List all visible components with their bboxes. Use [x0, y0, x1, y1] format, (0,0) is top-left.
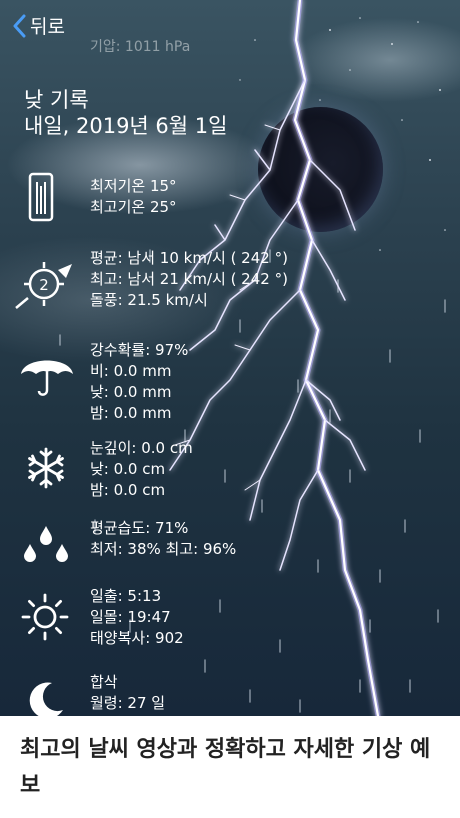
wind-row: 2 평균: 남서 10 km/시 ( 242 °) 최고: 남서 21 km/시… — [0, 248, 460, 312]
snowflake-icon — [24, 446, 68, 494]
moon-age: 월령: 27 일 — [90, 694, 166, 712]
precipitation-day: 낮: 0.0 mm — [90, 383, 172, 401]
wind-force-number: 2 — [39, 276, 49, 294]
sunset-time: 일몰: 19:47 — [90, 608, 171, 626]
snow-row: 눈깊이: 0.0 cm 낮: 0.0 cm 밤: 0.0 cm — [0, 438, 460, 504]
precipitation-row: 강수확률: 97% 비: 0.0 mm 낮: 0.0 mm 밤: 0.0 mm — [0, 340, 460, 426]
temperature-row: 최저기온 15° 최고기온 25° — [0, 170, 460, 224]
wind-compass-icon: 2 — [14, 256, 78, 316]
max-temperature: 최고기온 25° — [90, 198, 177, 216]
weather-screen: 뒤로 기압: 1011 hPa 낮 기록 내일, 2019년 6월 1일 최저기… — [0, 0, 460, 716]
moon-row: 합삭 월령: 27 일 — [0, 672, 460, 716]
sun-row: 일출: 5:13 일몰: 19:47 태양복사: 902 — [0, 586, 460, 652]
humidity-average: 평균습도: 71% — [90, 519, 189, 537]
moon-phase: 합삭 — [90, 673, 118, 691]
forecast-date: 내일, 2019년 6월 1일 — [24, 114, 228, 138]
humidity-min-max: 최저: 38% 최고: 96% — [90, 540, 237, 558]
wind-average: 평균: 남서 10 km/시 ( 242 °) — [90, 249, 288, 267]
chevron-left-icon — [12, 14, 26, 38]
back-button[interactable]: 뒤로 — [12, 12, 65, 39]
snow-depth: 눈깊이: 0.0 cm — [90, 439, 193, 457]
wind-gust: 돌풍: 21.5 km/시 — [90, 291, 208, 309]
thermometer-icon — [28, 172, 54, 226]
precipitation-night: 밤: 0.0 mm — [90, 404, 172, 422]
promo-banner: 최고의 날씨 영상과 정확하고 자세한 기상 예보 — [0, 716, 460, 818]
wind-max: 최고: 남서 21 km/시 ( 242 °) — [90, 270, 288, 288]
snow-night: 밤: 0.0 cm — [90, 481, 166, 499]
snow-day: 낮: 0.0 cm — [90, 460, 166, 478]
back-label: 뒤로 — [30, 16, 65, 38]
precipitation-probability: 강수확률: 97% — [90, 341, 189, 359]
humidity-row: 평균습도: 71% 최저: 38% 최고: 96% — [0, 518, 460, 566]
solar-radiation: 태양복사: 902 — [90, 629, 184, 647]
pressure-text: 기압: 1011 hPa — [90, 39, 191, 55]
crescent-moon-icon — [26, 680, 66, 716]
min-temperature: 최저기온 15° — [90, 177, 177, 195]
sunrise-time: 일출: 5:13 — [90, 587, 162, 605]
rain-amount: 비: 0.0 mm — [90, 362, 172, 380]
sun-icon — [20, 592, 70, 646]
water-drops-icon — [22, 522, 70, 566]
umbrella-icon — [18, 348, 76, 402]
promo-text: 최고의 날씨 영상과 정확하고 자세한 기상 예보 — [20, 737, 431, 798]
